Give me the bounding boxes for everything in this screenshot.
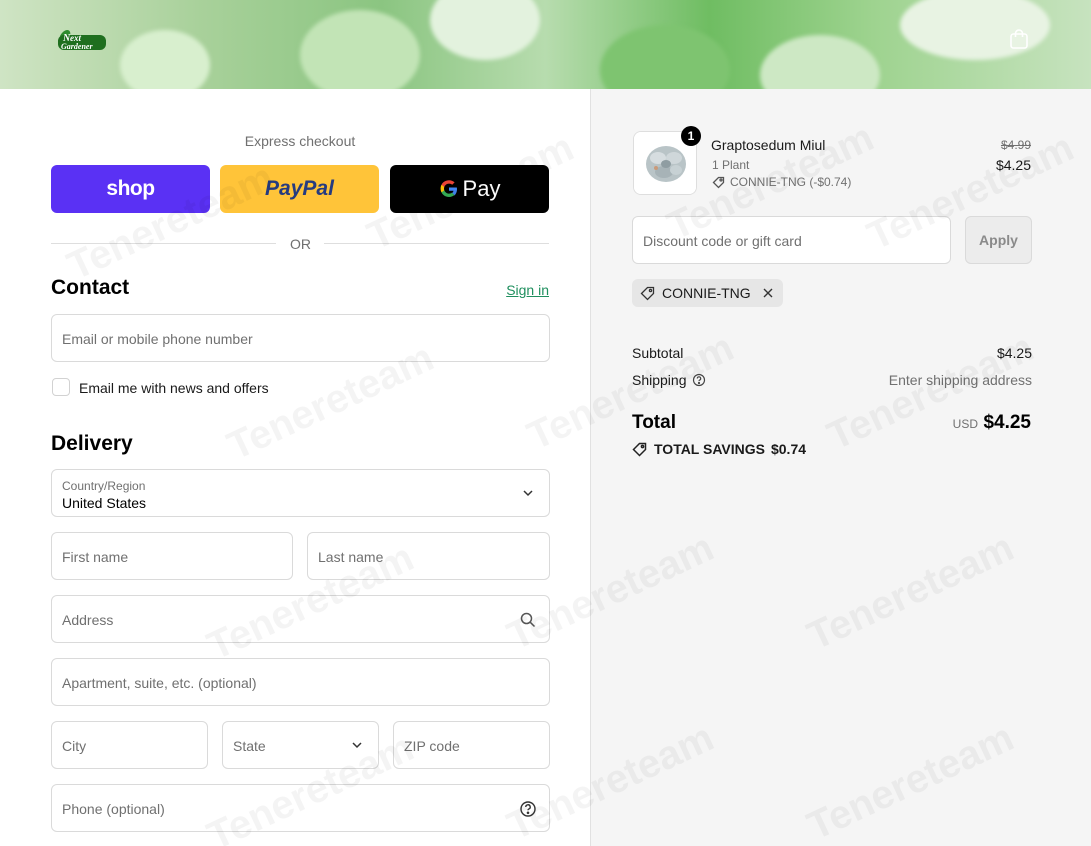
apply-discount-button[interactable]: Apply xyxy=(965,216,1032,264)
original-price: $4.99 xyxy=(1000,138,1031,152)
search-icon xyxy=(520,612,536,628)
tag-icon xyxy=(712,176,725,189)
banner-leaf xyxy=(760,35,880,89)
divider-line xyxy=(51,243,276,244)
chevron-down-icon xyxy=(523,490,533,497)
tag-icon xyxy=(640,286,655,301)
shop-pay-label: shop xyxy=(106,177,155,200)
svg-text:N: N xyxy=(62,33,71,44)
apartment-field[interactable]: Apartment, suite, etc. (optional) xyxy=(51,658,550,706)
next-gardener-logo[interactable]: ext Gardener N xyxy=(56,26,108,52)
product-discount-text: CONNIE-TNG (-$0.74) xyxy=(730,175,852,189)
country-label: Country/Region xyxy=(62,479,146,493)
banner-leaf xyxy=(120,30,210,89)
tag-icon xyxy=(632,442,647,457)
chevron-down-icon xyxy=(352,742,362,749)
product-variant: 1 Plant xyxy=(712,158,750,172)
help-circle-icon[interactable] xyxy=(692,373,706,387)
applied-code-text: CONNIE-TNG xyxy=(662,285,751,301)
state-select[interactable]: State xyxy=(222,721,379,769)
subtotal-label: Subtotal xyxy=(632,345,684,361)
google-g-icon xyxy=(440,180,457,197)
last-name-field[interactable]: Last name xyxy=(307,532,550,580)
savings-value: $0.74 xyxy=(770,441,807,457)
zip-field[interactable]: ZIP code xyxy=(393,721,550,769)
first-name-field[interactable]: First name xyxy=(51,532,293,580)
quantity-badge: 1 xyxy=(681,126,701,146)
google-pay-label: Pay xyxy=(462,176,501,201)
close-icon[interactable] xyxy=(761,286,775,300)
order-summary-panel: 1 Graptosedum Miul 1 Plant CONNIE-TNG (-… xyxy=(590,89,1091,846)
apartment-placeholder: Apartment, suite, etc. (optional) xyxy=(62,675,257,691)
paypal-label: PayPal xyxy=(265,177,334,200)
express-checkout-label: Express checkout xyxy=(244,133,356,149)
shop-pay-button[interactable]: shop xyxy=(51,165,210,213)
phone-placeholder: Phone (optional) xyxy=(62,801,165,817)
first-name-placeholder: First name xyxy=(62,549,129,565)
address-field[interactable]: Address xyxy=(51,595,550,643)
discounted-price: $4.25 xyxy=(995,157,1031,173)
city-placeholder: City xyxy=(62,738,87,754)
delivery-heading: Delivery xyxy=(51,432,133,455)
header-banner: ext Gardener N xyxy=(0,0,1091,89)
subtotal-row: Subtotal $4.25 xyxy=(632,345,1032,361)
or-divider: OR xyxy=(51,235,549,253)
total-label: Total xyxy=(632,412,676,433)
subtotal-value: $4.25 xyxy=(996,345,1032,361)
banner-leaf xyxy=(300,10,420,89)
help-circle-icon[interactable] xyxy=(519,800,537,818)
newsletter-checkbox[interactable] xyxy=(52,378,70,396)
google-pay-button[interactable]: Pay xyxy=(390,165,549,213)
total-value: $4.25 xyxy=(983,412,1031,433)
shopping-bag-icon[interactable] xyxy=(1007,27,1031,51)
email-placeholder: Email or mobile phone number xyxy=(62,331,253,347)
discount-placeholder: Discount code or gift card xyxy=(643,233,802,249)
divider-line xyxy=(324,243,549,244)
total-savings: TOTAL SAVINGS $0.74 xyxy=(632,441,806,457)
product-name: Graptosedum Miul xyxy=(711,137,826,153)
newsletter-label: Email me with news and offers xyxy=(79,380,269,396)
phone-field[interactable]: Phone (optional) xyxy=(51,784,550,832)
address-placeholder: Address xyxy=(62,612,114,628)
or-text: OR xyxy=(290,236,311,252)
state-placeholder: State xyxy=(233,738,266,754)
country-select[interactable]: Country/Region United States xyxy=(51,469,550,517)
zip-placeholder: ZIP code xyxy=(404,738,460,754)
shipping-label: Shipping xyxy=(632,372,687,388)
last-name-placeholder: Last name xyxy=(318,549,384,565)
contact-heading: Contact xyxy=(51,276,130,299)
discount-code-input[interactable]: Discount code or gift card xyxy=(632,216,951,264)
shipping-row: Shipping Enter shipping address xyxy=(632,372,1032,388)
paypal-button[interactable]: PayPal xyxy=(220,165,379,213)
city-field[interactable]: City xyxy=(51,721,208,769)
applied-discount-tag: CONNIE-TNG xyxy=(632,279,783,307)
savings-label: TOTAL SAVINGS xyxy=(654,441,765,457)
total-currency: USD xyxy=(952,417,978,431)
sign-in-link[interactable]: Sign in xyxy=(480,282,549,298)
country-value: United States xyxy=(62,495,147,511)
banner-leaf xyxy=(430,0,540,60)
product-discount: CONNIE-TNG (-$0.74) xyxy=(712,175,851,189)
banner-leaf xyxy=(600,25,730,89)
shipping-value: Enter shipping address xyxy=(888,372,1032,388)
email-field[interactable]: Email or mobile phone number xyxy=(51,314,550,362)
checkout-form-panel: Express checkout shop PayPal Pay OR Cont… xyxy=(0,89,590,846)
